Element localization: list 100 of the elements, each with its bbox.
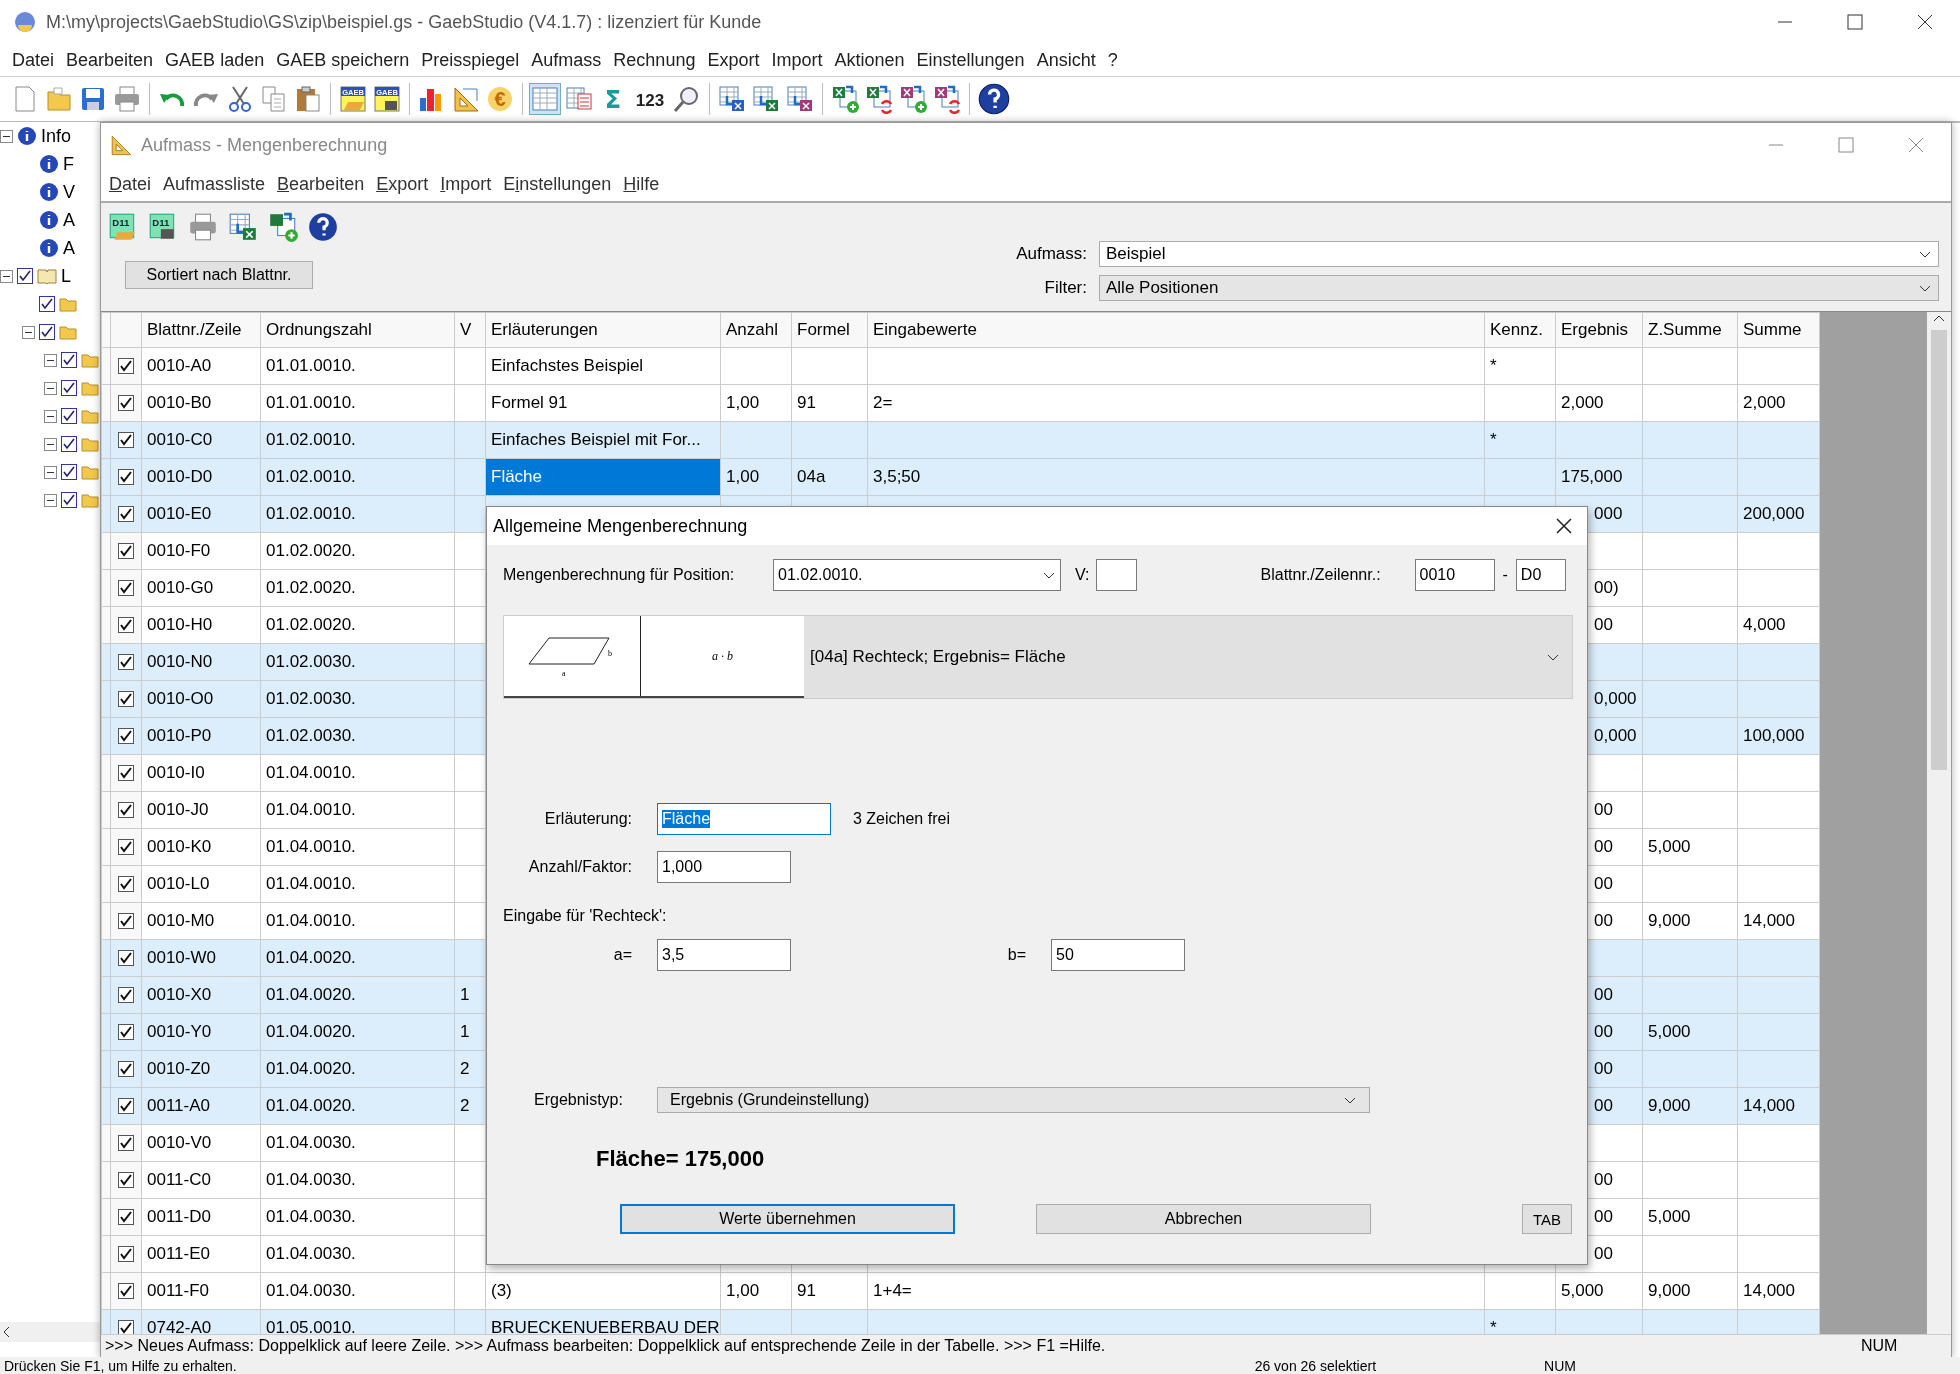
collapse-toggle[interactable]	[22, 325, 35, 339]
menu-item[interactable]: Preisspiegel	[415, 49, 526, 71]
dialog-button[interactable]: Abbrechen	[1036, 1204, 1371, 1234]
collapse-toggle[interactable]	[44, 381, 57, 395]
menu-item[interactable]: Import	[765, 49, 829, 71]
tree-item[interactable]: F	[63, 153, 74, 175]
menu-item[interactable]: GAEB laden	[159, 49, 271, 71]
row-checkbox[interactable]	[118, 987, 134, 1003]
row-checkbox[interactable]	[118, 1320, 134, 1334]
spreadsheet-add-icon[interactable]	[830, 84, 860, 114]
table-export-icon[interactable]	[227, 211, 259, 243]
row-checkbox[interactable]	[118, 950, 134, 966]
help-icon[interactable]	[977, 82, 1011, 116]
column-header[interactable]: Summe	[1737, 312, 1820, 348]
menu-item[interactable]: Import	[434, 173, 498, 195]
scrollbar-thumb[interactable]	[1931, 330, 1947, 770]
row-checkbox[interactable]	[118, 1246, 134, 1262]
column-header[interactable]: Formel	[791, 312, 868, 348]
help-icon[interactable]	[307, 211, 339, 243]
position-dropdown[interactable]: 01.02.0010.	[773, 559, 1061, 591]
dropdown-chevron-icon[interactable]	[1546, 652, 1560, 662]
variant-field[interactable]	[1095, 559, 1137, 591]
database-sync-icon[interactable]	[932, 84, 962, 114]
close-icon[interactable]	[1555, 517, 1573, 535]
collapse-toggle[interactable]	[0, 269, 13, 283]
dropdown-chevron-icon[interactable]	[1918, 249, 1932, 259]
collapse-toggle[interactable]	[44, 353, 57, 367]
collapse-toggle[interactable]	[44, 409, 57, 423]
menu-item[interactable]: Datei	[6, 49, 61, 71]
dropdown-chevron-icon[interactable]	[1042, 570, 1056, 580]
menu-item[interactable]: Bearbeiten	[271, 173, 371, 195]
row-checkbox[interactable]	[118, 1209, 134, 1225]
row-checkbox[interactable]	[118, 654, 134, 670]
sort-button[interactable]: Sortiert nach Blattnr.	[125, 261, 313, 289]
row-checkbox[interactable]	[118, 876, 134, 892]
column-header[interactable]: Anzahl	[720, 312, 792, 348]
row-checkbox[interactable]	[118, 802, 134, 818]
table-export-icon[interactable]	[751, 84, 781, 114]
row-checkbox[interactable]	[118, 580, 134, 596]
tree-checkbox[interactable]	[61, 492, 77, 508]
collapse-toggle[interactable]	[0, 129, 13, 143]
menu-item[interactable]: Aktionen	[828, 49, 911, 71]
menu-item[interactable]: Ansicht	[1030, 49, 1102, 71]
menu-item[interactable]: Hilfe	[617, 173, 666, 195]
tree-item[interactable]: Info	[41, 125, 72, 147]
tree-item[interactable]: V	[63, 181, 75, 203]
row-checkbox[interactable]	[118, 839, 134, 855]
number-icon[interactable]: 123	[632, 84, 668, 114]
row-checkbox[interactable]	[118, 728, 134, 744]
tree-checkbox[interactable]	[39, 296, 55, 312]
tree-checkbox[interactable]	[61, 352, 77, 368]
menu-item[interactable]: GAEB speichern	[270, 49, 416, 71]
column-header[interactable]: Ergebnis	[1555, 312, 1643, 348]
tab-button[interactable]: TAB	[1522, 1204, 1572, 1234]
row-checkbox[interactable]	[118, 543, 134, 559]
row-checkbox[interactable]	[118, 913, 134, 929]
menu-item[interactable]: Datei	[103, 173, 158, 195]
row-checkbox[interactable]	[118, 691, 134, 707]
tree-item[interactable]: A	[63, 237, 75, 259]
tree-checkbox[interactable]	[39, 324, 55, 340]
row-checkbox[interactable]	[118, 1135, 134, 1151]
spreadsheet-add-icon[interactable]	[267, 211, 299, 243]
printer-icon[interactable]	[187, 211, 219, 243]
row-checkbox[interactable]	[118, 432, 134, 448]
row-checkbox[interactable]	[118, 506, 134, 522]
sheet-field[interactable]: 0010	[1414, 559, 1495, 591]
aufmass-dropdown[interactable]: Beispiel	[1099, 241, 1939, 267]
row-checkbox[interactable]	[118, 1024, 134, 1040]
tree-item[interactable]: L	[61, 265, 71, 287]
menu-item[interactable]: Rechnung	[607, 49, 702, 71]
value-field[interactable]: 3,5	[657, 939, 791, 971]
description-field[interactable]: Fläche	[657, 803, 831, 835]
menu-item[interactable]: Aufmassliste	[157, 173, 272, 195]
factor-field[interactable]: 1,000	[657, 851, 791, 883]
column-header[interactable]: Kennz.	[1484, 312, 1556, 348]
tree-item[interactable]: A	[63, 209, 75, 231]
tree-checkbox[interactable]	[61, 408, 77, 424]
table-export-icon[interactable]	[785, 84, 815, 114]
menu-item[interactable]: Export	[701, 49, 766, 71]
printer-icon[interactable]	[112, 84, 142, 114]
column-header[interactable]: Eingabewerte	[867, 312, 1485, 348]
tree-checkbox[interactable]	[61, 380, 77, 396]
filter-dropdown[interactable]: Alle Positionen	[1099, 275, 1939, 301]
menu-item[interactable]: ?	[1101, 49, 1124, 71]
menu-item[interactable]: Aufmass	[525, 49, 608, 71]
column-header[interactable]: Z.Summe	[1642, 312, 1738, 348]
menu-item[interactable]: Einstellungen	[497, 173, 618, 195]
result-type-dropdown[interactable]: Ergebnis (Grundeinstellung)	[657, 1087, 1370, 1113]
line-field[interactable]: D0	[1515, 559, 1566, 591]
row-checkbox[interactable]	[118, 617, 134, 633]
column-header[interactable]: V	[454, 312, 486, 348]
tree-checkbox[interactable]	[17, 268, 33, 284]
menu-item[interactable]: Einstellungen	[910, 49, 1031, 71]
dialog-button[interactable]: Werte übernehmen	[620, 1204, 955, 1234]
column-header[interactable]: Ordnungszahl	[260, 312, 455, 348]
value-field[interactable]: 50	[1051, 939, 1185, 971]
dropdown-chevron-icon[interactable]	[1918, 283, 1932, 293]
formula-dropdown[interactable]: b a a · b [04a] Rechteck; Ergebnis= Fläche	[503, 615, 1573, 699]
collapse-toggle[interactable]	[44, 437, 57, 451]
tree-checkbox[interactable]	[61, 436, 77, 452]
